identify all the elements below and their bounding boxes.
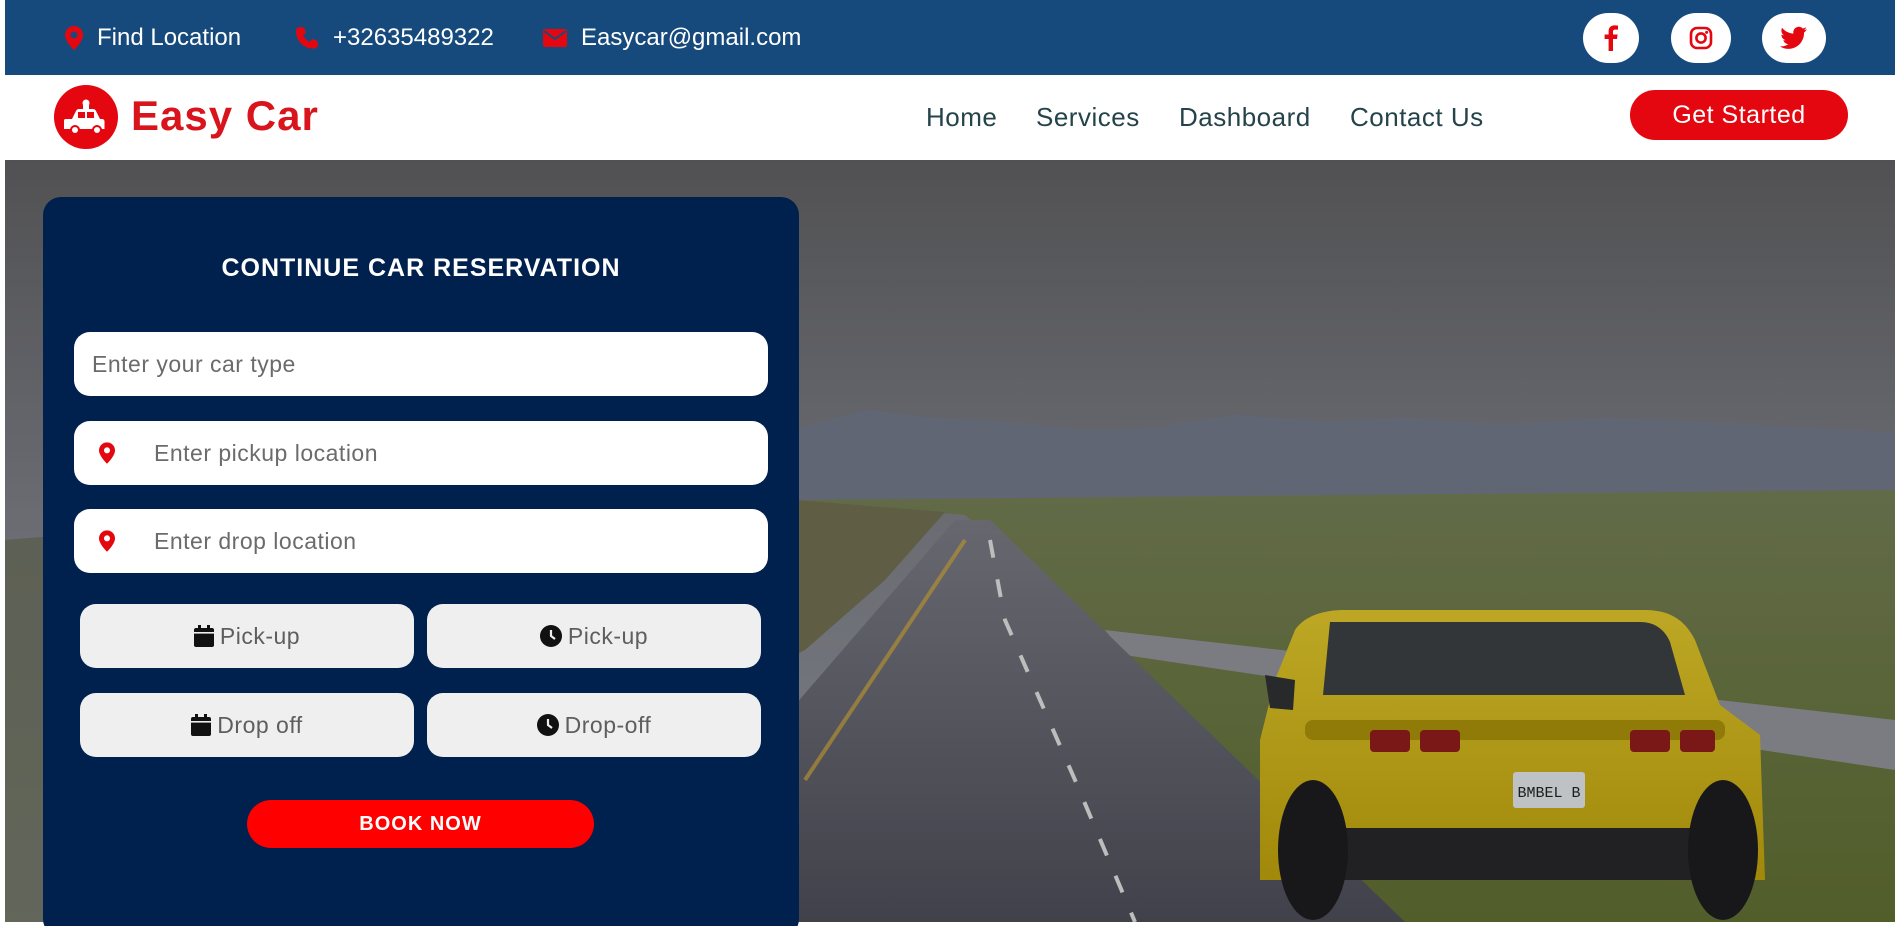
nav-services[interactable]: Services (1036, 102, 1140, 133)
nav-home[interactable]: Home (926, 102, 997, 133)
book-now-button[interactable]: BOOK NOW (247, 800, 594, 848)
map-pin-icon (99, 530, 115, 552)
car-type-input[interactable] (74, 332, 768, 396)
find-location-label: Find Location (97, 23, 242, 51)
phone-contact[interactable]: +32635489322 (295, 0, 494, 75)
dropoff-date-label: Drop off (217, 711, 303, 738)
drop-location-input[interactable] (74, 509, 768, 573)
nav-dashboard[interactable]: Dashboard (1179, 102, 1311, 133)
email-contact[interactable]: Easycar@gmail.com (543, 0, 801, 75)
instagram-icon (1689, 26, 1713, 50)
logo-badge[interactable] (54, 85, 118, 149)
brand-name[interactable]: Easy Car (131, 92, 319, 140)
reservation-title: CONTINUE CAR RESERVATION (221, 254, 621, 282)
phone-number: +32635489322 (333, 23, 494, 51)
dropoff-time-button[interactable]: Drop-off (427, 693, 761, 757)
drop-location-field[interactable] (74, 509, 768, 573)
map-pin-icon (99, 442, 115, 464)
clock-icon (536, 714, 559, 736)
get-started-button[interactable]: Get Started (1630, 90, 1848, 140)
pickup-time-label: Pick-up (567, 622, 649, 649)
top-contact-bar: Find Location +32635489322 Easycar@gmail… (5, 0, 1895, 75)
map-pin-icon (65, 25, 83, 50)
twitter-button[interactable] (1762, 13, 1826, 63)
instagram-button[interactable] (1671, 13, 1731, 63)
find-location-link[interactable]: Find Location (65, 0, 241, 75)
pickup-location-input[interactable] (74, 421, 768, 485)
dropoff-date-button[interactable]: Drop off (80, 693, 414, 757)
reservation-card: CONTINUE CAR RESERVATION Pick-up Pic (43, 197, 799, 926)
car-logo-icon (64, 99, 105, 135)
pickup-date-label: Pick-up (219, 622, 301, 649)
pickup-location-field[interactable] (74, 421, 768, 485)
facebook-button[interactable] (1583, 13, 1639, 63)
calendar-icon (193, 625, 214, 647)
calendar-icon (191, 714, 212, 736)
facebook-icon (1604, 25, 1618, 51)
twitter-icon (1780, 26, 1807, 49)
car-type-field[interactable] (74, 332, 768, 396)
main-navbar: Easy Car Home Services Dashboard Contact… (5, 75, 1895, 160)
phone-icon (296, 26, 318, 49)
dropoff-time-label: Drop-off (564, 711, 652, 738)
pickup-date-button[interactable]: Pick-up (80, 604, 414, 668)
email-address: Easycar@gmail.com (581, 23, 802, 51)
nav-contact-us[interactable]: Contact Us (1350, 102, 1484, 133)
pickup-time-button[interactable]: Pick-up (427, 604, 761, 668)
envelope-icon (543, 28, 567, 47)
clock-icon (539, 625, 562, 647)
